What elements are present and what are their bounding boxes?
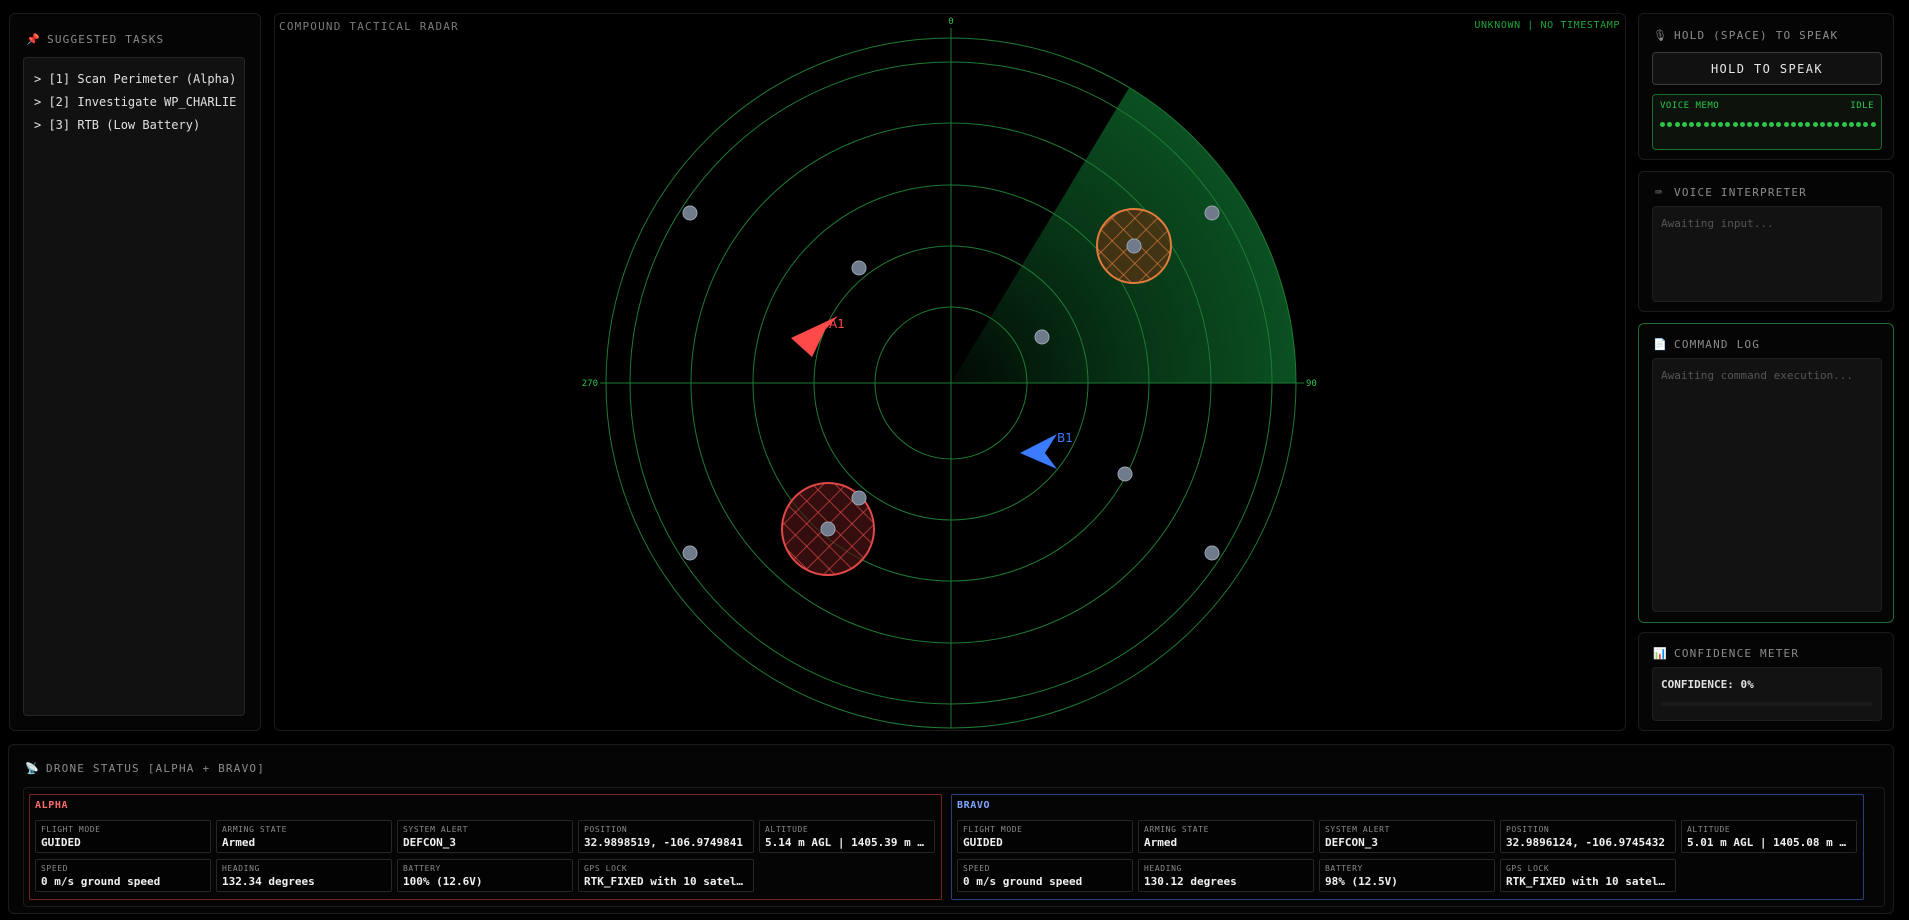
document-icon: 📄 — [1653, 338, 1668, 351]
command-log-output[interactable]: Awaiting command execution... — [1652, 358, 1882, 612]
confidence-value: CONFIDENCE: 0% — [1661, 678, 1754, 691]
voice-interpreter-output[interactable]: Awaiting input... — [1652, 206, 1882, 302]
waypoint-marker[interactable] — [682, 205, 698, 221]
position-cell: POSITION 32.9896124, -106.9745432 — [1500, 820, 1676, 853]
pushpin-icon: 📌 — [26, 33, 41, 46]
drone-bravo-marker[interactable]: B1 — [1020, 431, 1073, 469]
system-alert-cell: SYSTEM ALERT DEFCON_3 — [397, 820, 573, 853]
radar-title: COMPOUND TACTICAL RADAR — [279, 20, 459, 33]
heading-cell: HEADING 130.12 degrees — [1138, 859, 1314, 892]
command-log-title: 📄 COMMAND LOG — [1653, 338, 1761, 351]
waypoint-marker[interactable] — [1034, 329, 1050, 345]
drone-card-alpha: ALPHA FLIGHT MODE GUIDED ARMING STATE Arme… — [29, 794, 942, 900]
confidence-meter-title: 📊 CONFIDENCE METER — [1653, 647, 1800, 660]
waypoint-marker[interactable] — [1117, 466, 1133, 482]
heading-cell: HEADING 132.34 degrees — [216, 859, 392, 892]
voice-memo-label: VOICE MEMO — [1660, 101, 1720, 111]
drone-name: ALPHA — [35, 800, 69, 811]
speed-cell: SPEED 0 m/s ground speed — [35, 859, 211, 892]
waypoint-marker[interactable] — [1204, 545, 1220, 561]
satellite-icon: 📡 — [25, 762, 40, 775]
waypoint-marker[interactable] — [682, 545, 698, 561]
battery-cell: BATTERY 98% (12.5V) — [1319, 859, 1495, 892]
bearing-label-90: 90 — [1306, 379, 1317, 389]
waypoint-marker[interactable] — [851, 260, 867, 276]
suggested-tasks-title: 📌 SUGGESTED TASKS — [26, 33, 165, 46]
system-alert-cell: SYSTEM ALERT DEFCON_3 — [1319, 820, 1495, 853]
voice-interpreter-panel: ⌨ VOICE INTERPRETER Awaiting input... — [1638, 171, 1894, 312]
bar-chart-icon: 📊 — [1653, 647, 1668, 660]
waypoint-marker[interactable] — [1126, 238, 1142, 254]
radar-timestamp: UNKNOWN | NO TIMESTAMP — [1474, 20, 1620, 31]
altitude-cell: ALTITUDE 5.14 m AGL | 1405.39 m MSL — [759, 820, 935, 853]
drone-card-bravo: BRAVO FLIGHT MODE GUIDED ARMING STATE Arme… — [951, 794, 1864, 900]
hold-to-speak-button[interactable]: HOLD TO SPEAK — [1652, 52, 1882, 85]
confidence-meter-panel: 📊 CONFIDENCE METER CONFIDENCE: 0% — [1638, 632, 1894, 731]
drone-status-grid: ALPHA FLIGHT MODE GUIDED ARMING STATE Arme… — [23, 787, 1885, 907]
task-list: > [1] Scan Perimeter (Alpha) > [2] Inves… — [23, 57, 245, 716]
speed-cell: SPEED 0 m/s ground speed — [957, 859, 1133, 892]
altitude-cell: ALTITUDE 5.01 m AGL | 1405.08 m MSL — [1681, 820, 1857, 853]
confidence-meter-box: CONFIDENCE: 0% — [1652, 667, 1882, 721]
voice-waveform — [1660, 122, 1876, 128]
drone-bravo-label: B1 — [1057, 431, 1073, 445]
command-log-panel: 📄 COMMAND LOG Awaiting command execution… — [1638, 323, 1894, 623]
battery-cell: BATTERY 100% (12.6V) — [397, 859, 573, 892]
drone-alpha-label: A1 — [829, 317, 845, 331]
waypoint-marker[interactable] — [1204, 205, 1220, 221]
arming-state-cell: ARMING STATE Armed — [1138, 820, 1314, 853]
task-item-investigate-wp-charlie[interactable]: > [2] Investigate WP_CHARLIE — [34, 91, 236, 114]
arming-state-cell: ARMING STATE Armed — [216, 820, 392, 853]
voice-memo-box: VOICE MEMO IDLE — [1652, 94, 1882, 150]
gps-lock-cell: GPS LOCKRTK_FIXED with 10 satellites — [578, 859, 754, 892]
hold-to-speak-panel: 🎙 HOLD (SPACE) TO SPEAK HOLD TO SPEAK VO… — [1638, 13, 1894, 160]
flight-mode-cell: FLIGHT MODE GUIDED — [35, 820, 211, 853]
voice-memo-state: IDLE — [1850, 101, 1874, 111]
gps-lock-cell: GPS LOCKRTK_FIXED with 10 satellites — [1500, 859, 1676, 892]
radar-display[interactable]: 0 90 270 A1 B1 — [275, 14, 1627, 732]
confidence-bar — [1661, 702, 1873, 706]
bearing-label-270: 270 — [582, 379, 598, 389]
bearing-label-0: 0 — [948, 17, 953, 27]
drone-name: BRAVO — [957, 800, 991, 811]
keyboard-icon: ⌨ — [1655, 186, 1663, 199]
flight-mode-cell: FLIGHT MODE GUIDED — [957, 820, 1133, 853]
drone-status-panel: 📡 DRONE STATUS [ALPHA + BRAVO] ALPHA FLI… — [8, 744, 1894, 914]
waypoint-marker[interactable] — [820, 521, 836, 537]
voice-interpreter-title: ⌨ VOICE INTERPRETER — [1653, 186, 1807, 199]
task-item-scan-perimeter[interactable]: > [1] Scan Perimeter (Alpha) — [34, 68, 236, 91]
task-item-rtb[interactable]: > [3] RTB (Low Battery) — [34, 114, 234, 137]
suggested-tasks-panel: 📌 SUGGESTED TASKS > [1] Scan Perimeter (… — [9, 13, 261, 731]
waypoint-marker[interactable] — [851, 490, 867, 506]
microphone-icon: 🎙 — [1653, 29, 1669, 42]
drone-status-title: 📡 DRONE STATUS [ALPHA + BRAVO] — [25, 762, 266, 775]
position-cell: POSITION 32.9898519, -106.9749841 — [578, 820, 754, 853]
tactical-radar-panel[interactable]: 0 90 270 A1 B1 COMPOUND TACTICAL RADAR U… — [274, 13, 1626, 731]
hold-to-speak-title: 🎙 HOLD (SPACE) TO SPEAK — [1653, 29, 1839, 42]
